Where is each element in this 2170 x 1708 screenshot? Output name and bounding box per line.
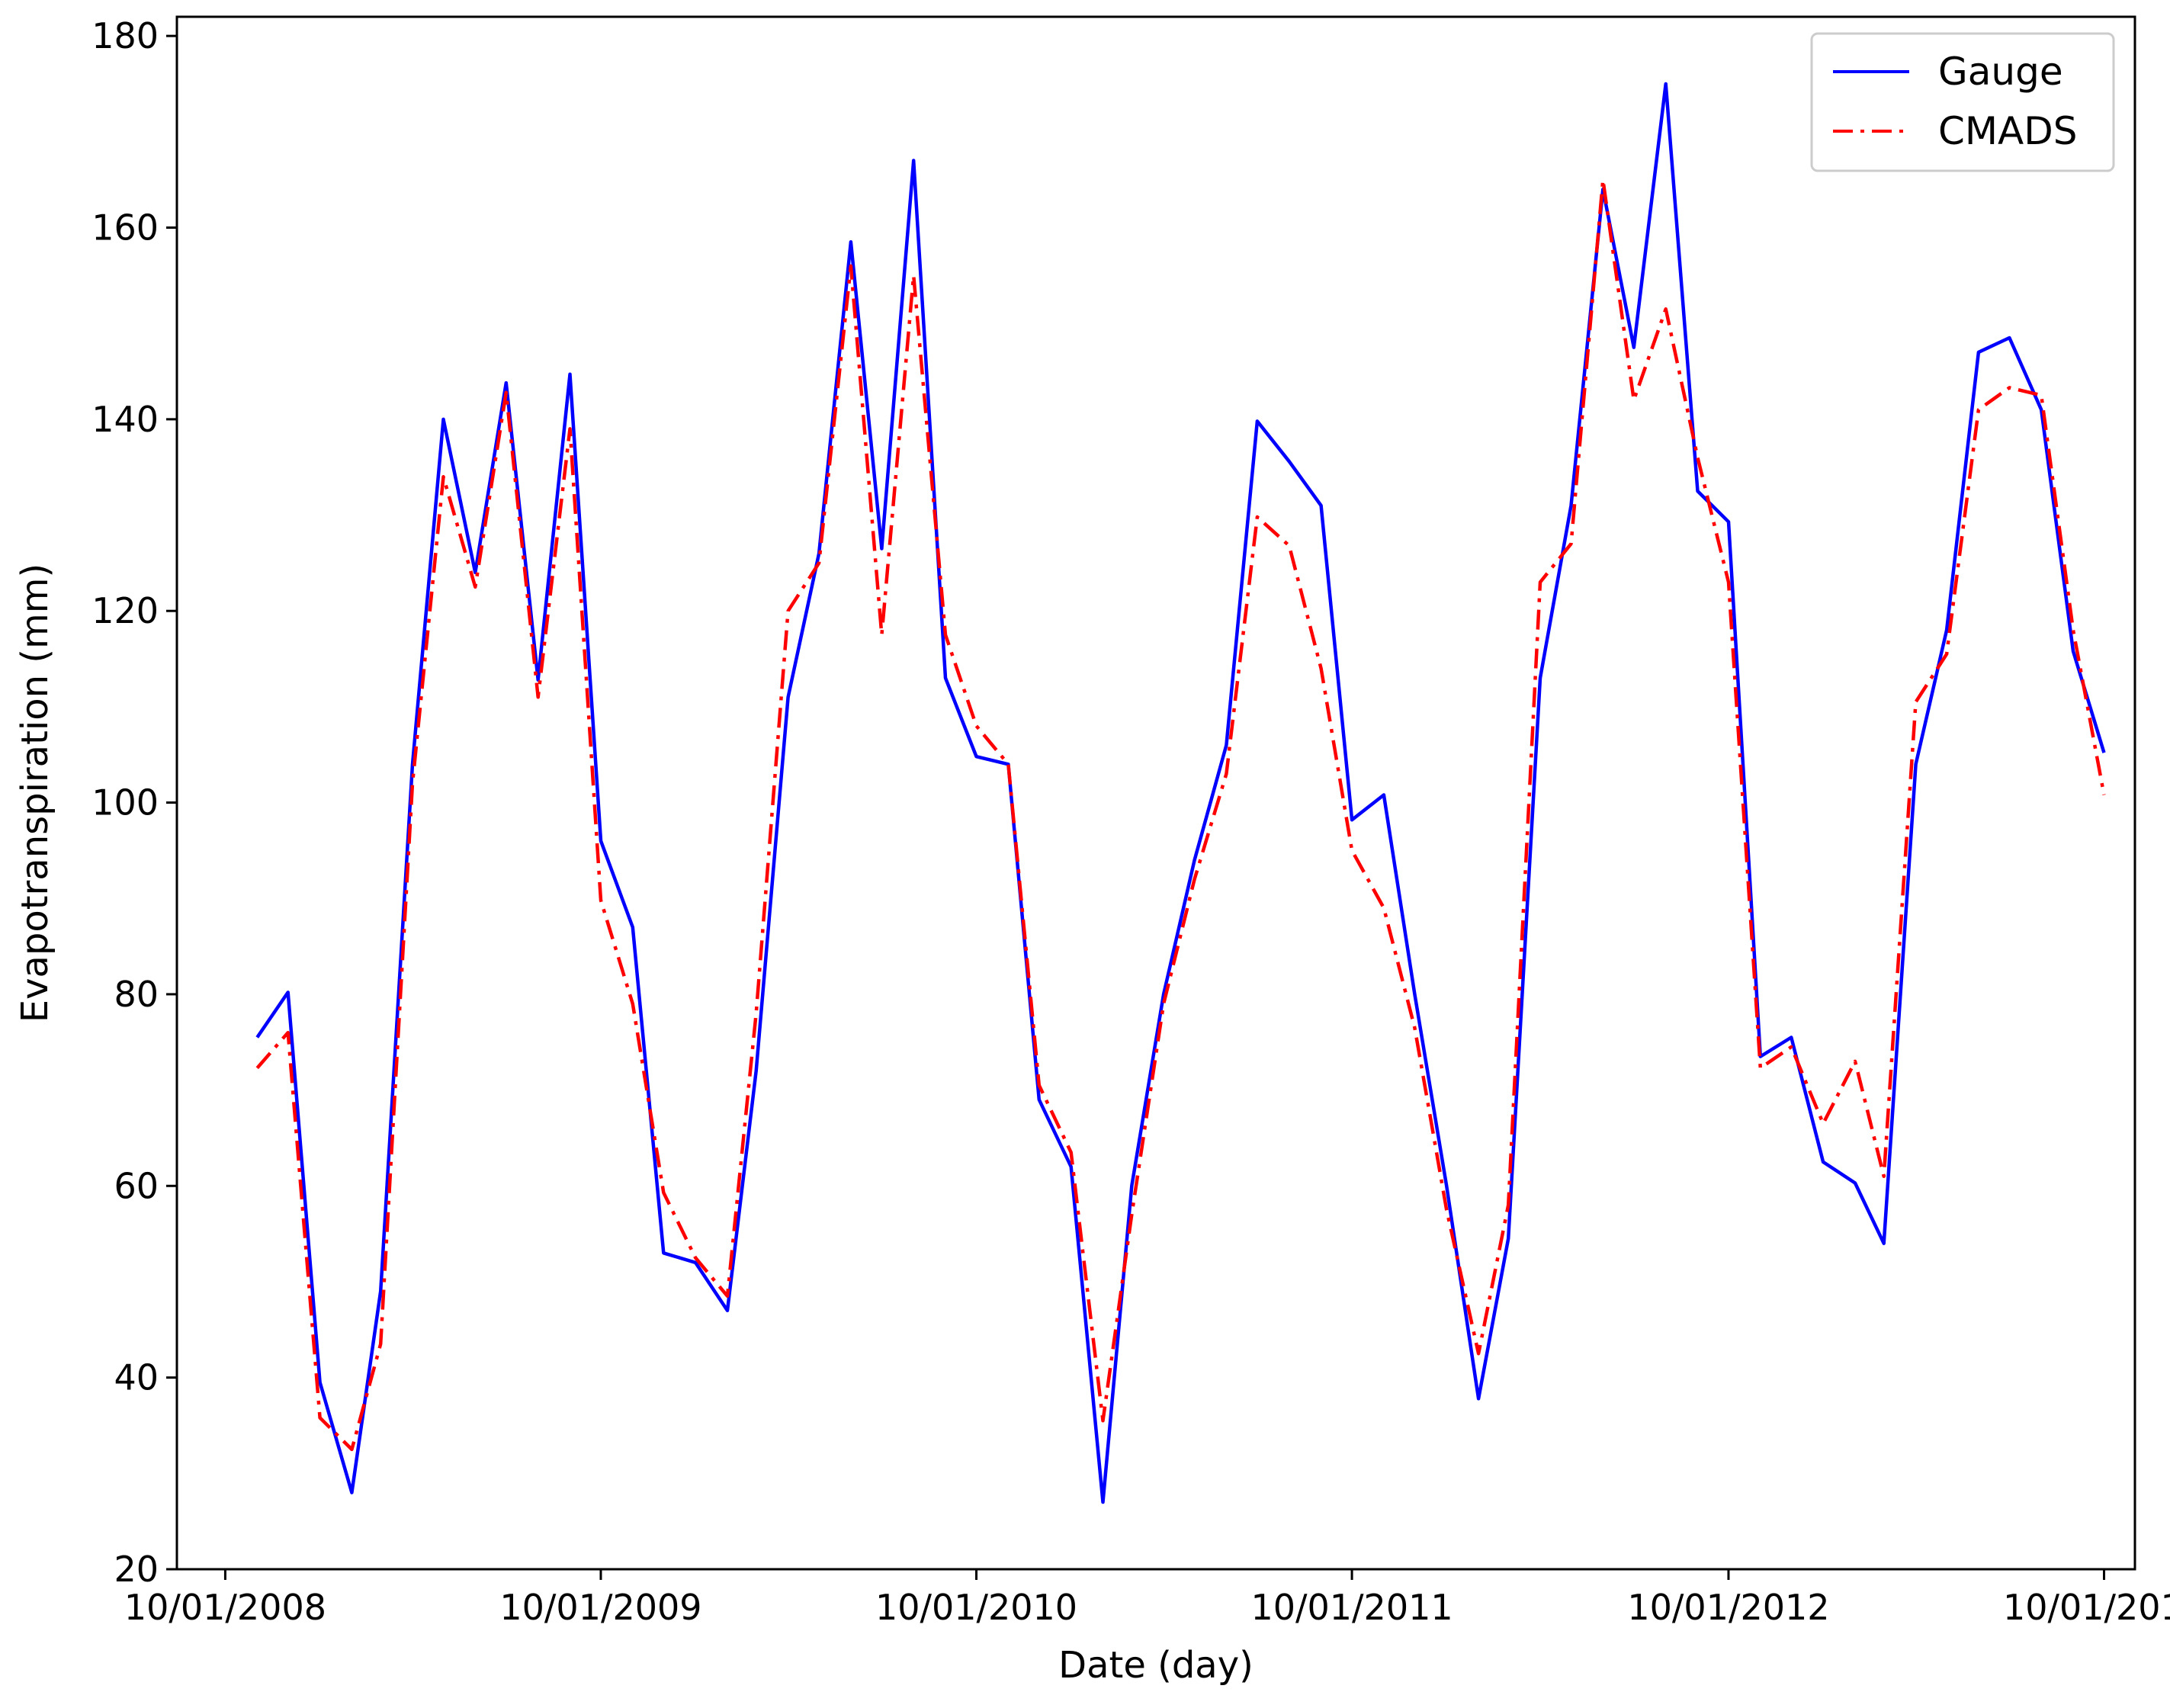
y-tick-label: 160 [91, 207, 159, 248]
x-axis-label: Date (day) [1058, 1644, 1254, 1687]
x-tick-label: 10/01/2010 [875, 1587, 1077, 1628]
legend-label-cmads: CMADS [1938, 109, 2078, 153]
legend: Gauge CMADS [1810, 32, 2115, 172]
x-tick-label: 10/01/2009 [499, 1587, 701, 1628]
figure-background [0, 0, 2170, 1708]
y-tick-label: 140 [91, 399, 159, 440]
x-tick-label: 10/01/2011 [1250, 1587, 1453, 1628]
evapotranspiration-line-chart: 20 40 60 80 100 120 140 160 180 10/01/2008 10/01/2… [0, 0, 2170, 1708]
x-tick-label: 10/01/2012 [1627, 1587, 1829, 1628]
y-axis-label: Evapotranspiration (mm) [14, 563, 56, 1023]
y-tick-label: 120 [91, 590, 159, 631]
x-tick-label: 10/01/2013 [2003, 1587, 2170, 1628]
y-tick-label: 20 [114, 1549, 159, 1590]
legend-label-gauge: Gauge [1938, 50, 2063, 94]
y-tick-label: 100 [91, 782, 159, 824]
y-tick-label: 80 [114, 974, 159, 1015]
x-tick-label: 10/01/2008 [124, 1587, 326, 1628]
y-tick-label: 60 [114, 1165, 159, 1206]
y-tick-label: 40 [114, 1357, 159, 1398]
y-tick-label: 180 [91, 15, 159, 56]
